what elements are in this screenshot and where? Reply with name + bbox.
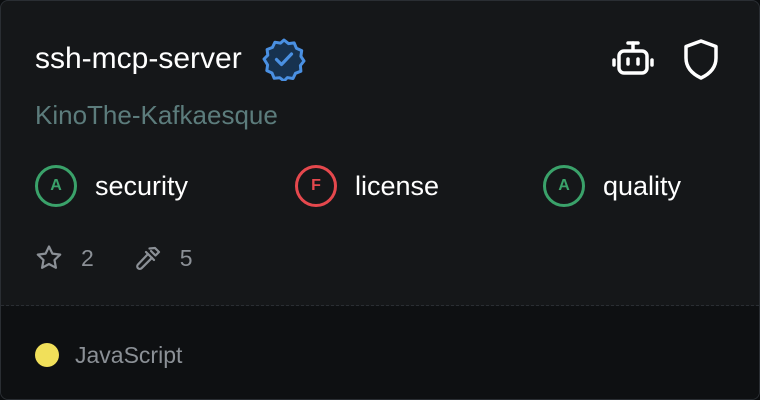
grade-badge: A — [543, 165, 585, 207]
stats-row: 2 5 — [35, 243, 233, 273]
grade-license[interactable]: F license — [295, 165, 439, 207]
grade-badge: A — [35, 165, 77, 207]
card-body: ssh-mcp-server KinoThe-Kafkaesque A secu… — [1, 1, 759, 305]
robot-icon[interactable] — [611, 37, 655, 81]
stars-count: 2 — [81, 245, 94, 271]
stars-stat: 2 — [35, 243, 94, 273]
language-name: JavaScript — [75, 342, 183, 368]
language-color-dot — [35, 343, 59, 367]
grade-security[interactable]: A security — [35, 165, 188, 207]
hammer-icon — [135, 246, 160, 271]
grade-label: license — [355, 171, 440, 201]
grade-badge: F — [295, 165, 337, 207]
shield-icon[interactable] — [679, 37, 723, 81]
owner-name[interactable]: KinoThe-Kafkaesque — [35, 97, 278, 133]
language-tag: JavaScript — [35, 340, 182, 370]
grade-label: quality — [603, 171, 682, 201]
star-icon — [36, 245, 62, 269]
tools-stat: 5 — [134, 243, 193, 273]
grade-quality[interactable]: A quality — [543, 165, 681, 207]
title-row: ssh-mcp-server — [35, 37, 306, 81]
server-card[interactable]: ssh-mcp-server KinoThe-Kafkaesque A secu… — [0, 0, 760, 400]
server-name[interactable]: ssh-mcp-server — [35, 39, 242, 79]
card-footer: JavaScript — [1, 306, 759, 399]
tools-count: 5 — [179, 245, 193, 271]
card-actions — [611, 37, 723, 81]
grade-label: security — [95, 171, 189, 201]
verified-badge-icon — [262, 38, 306, 81]
